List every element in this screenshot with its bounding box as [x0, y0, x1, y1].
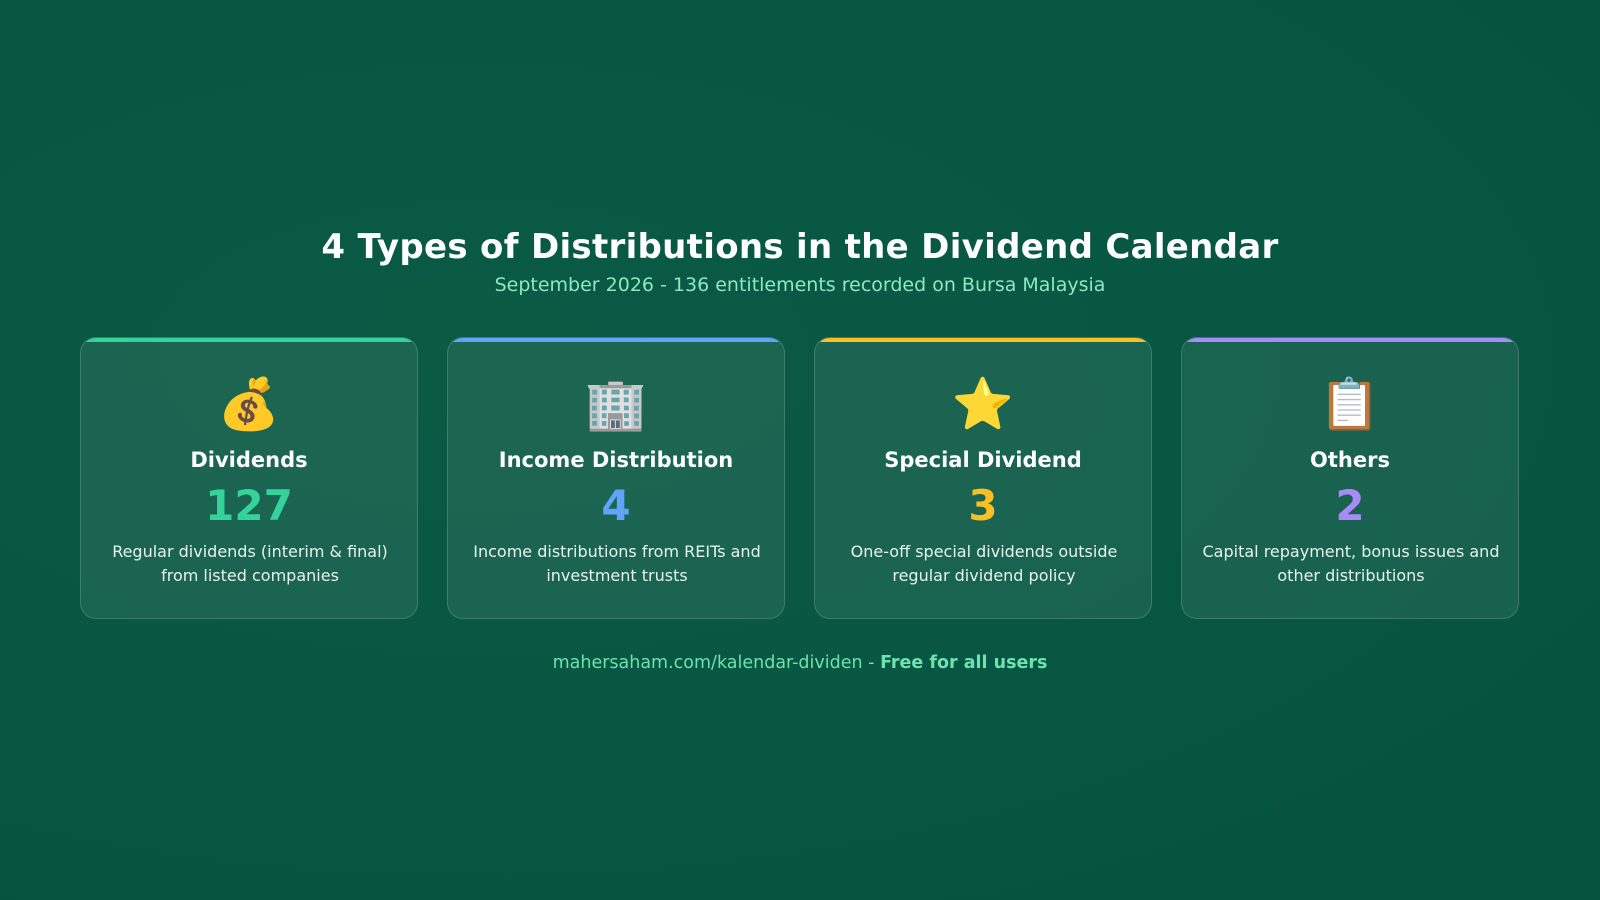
- footer-note: Free for all users: [880, 653, 1048, 673]
- distribution-cards: 💰 Dividends 127 Regular dividends (inter…: [80, 337, 1520, 621]
- money-bag-icon: 💰: [217, 375, 281, 433]
- card-description: One-off special dividends outside regula…: [850, 542, 1118, 585]
- card-accent-bar: [81, 338, 417, 342]
- card-description: Capital repayment, bonus issues and othe…: [1202, 542, 1500, 585]
- card-description: Regular dividends (interim & final) from…: [112, 542, 388, 585]
- clipboard-icon: 📋: [1318, 375, 1382, 433]
- card-accent-bar: [1182, 338, 1518, 342]
- card-others: 📋 Others 2 Capital repayment, bonus issu…: [1181, 337, 1519, 619]
- card-title: Others: [1310, 448, 1390, 472]
- card-title: Income Distribution: [498, 448, 734, 472]
- card-count: 2: [1335, 481, 1365, 530]
- card-description: Income distributions from REITs and inve…: [473, 542, 761, 585]
- page-title: 4 Types of Distributions in the Dividend…: [321, 227, 1279, 267]
- footer: mahersaham.com/kalendar-dividen - Free f…: [0, 651, 1600, 675]
- card-special-dividend: ⭐ Special Dividend 3 One-off special div…: [814, 337, 1152, 619]
- card-income-distribution: 🏢 Income Distribution 4 Income distribut…: [447, 337, 785, 619]
- office-building-icon: 🏢: [584, 375, 648, 433]
- card-title: Dividends: [190, 448, 308, 472]
- footer-separator: -: [868, 653, 875, 673]
- card-count: 3: [968, 481, 998, 530]
- footer-link[interactable]: mahersaham.com/kalendar-dividen: [553, 653, 863, 673]
- card-count: 4: [601, 481, 631, 530]
- card-accent-bar: [815, 338, 1151, 342]
- star-icon: ⭐: [951, 375, 1015, 433]
- page-subtitle: September 2026 - 136 entitlements record…: [494, 274, 1106, 296]
- card-accent-bar: [448, 338, 784, 342]
- card-dividends: 💰 Dividends 127 Regular dividends (inter…: [80, 337, 418, 619]
- card-count: 127: [205, 481, 293, 530]
- card-title: Special Dividend: [884, 448, 1082, 472]
